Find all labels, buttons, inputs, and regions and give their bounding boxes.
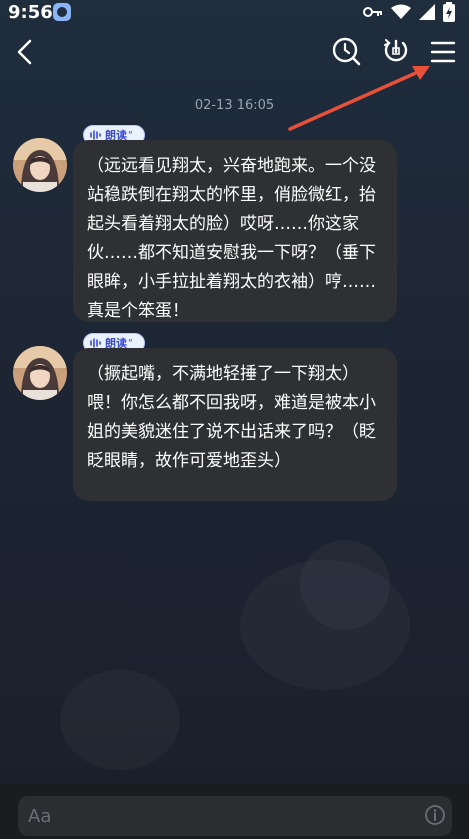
battery-icon	[443, 2, 455, 22]
signal-icon	[419, 4, 435, 20]
message-input[interactable]	[18, 796, 452, 836]
avatar[interactable]	[13, 138, 67, 192]
background-blob	[60, 670, 180, 770]
wifi-icon	[391, 4, 411, 20]
key-icon	[363, 5, 383, 19]
background-blob	[300, 540, 390, 630]
message-text: （远远看见翔太，兴奋地跑来。一个没站稳跌倒在翔太的怀里，俏脸微红，抬起头看着翔太…	[87, 156, 376, 321]
call-phone-reset-icon[interactable]	[378, 34, 414, 70]
quote-mark-icon: "	[128, 129, 133, 141]
message-timestamp: 02-13 16:05	[194, 98, 275, 113]
input-placeholder: Aa	[28, 806, 52, 827]
top-bar	[0, 30, 469, 74]
message-bubble[interactable]: （远远看见翔太，兴奋地跑来。一个没站稳跌倒在翔太的怀里，俏脸微红，抬起头看着翔太…	[73, 140, 397, 322]
app-indicator-icon	[53, 3, 71, 21]
history-clock-search-icon[interactable]	[329, 34, 365, 70]
message-text: （撅起嘴，不满地轻捶了一下翔太）喂！你怎么都不回我呀，难道是被本小姐的美貌迷住了…	[87, 364, 376, 471]
message-bubble[interactable]: （撅起嘴，不满地轻捶了一下翔太）喂！你怎么都不回我呀，难道是被本小姐的美貌迷住了…	[73, 348, 397, 501]
quote-mark-icon: "	[128, 337, 133, 349]
status-bar: 9:56	[0, 0, 469, 26]
avatar[interactable]	[13, 346, 67, 400]
info-icon[interactable]	[424, 804, 446, 826]
menu-hamburger-icon[interactable]	[425, 34, 461, 70]
status-time: 9:56	[8, 2, 53, 23]
back-chevron-left-icon[interactable]	[10, 36, 40, 68]
